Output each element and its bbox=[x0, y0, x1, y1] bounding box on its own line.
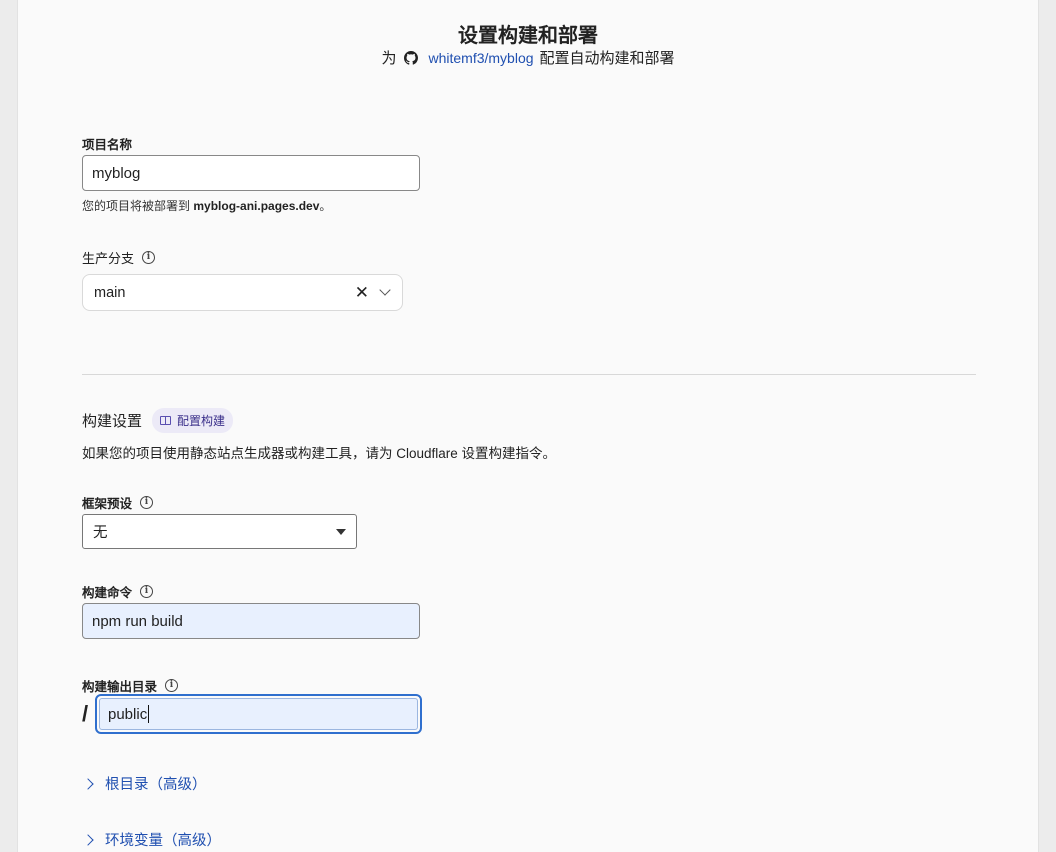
framework-preset-select[interactable]: 无 bbox=[82, 514, 357, 549]
build-command-input[interactable]: npm run build bbox=[82, 603, 420, 639]
output-dir-input[interactable]: public bbox=[99, 698, 418, 730]
env-vars-expander[interactable]: 环境变量（高级） bbox=[82, 829, 221, 850]
text-caret bbox=[148, 705, 150, 723]
page-title: 设置构建和部署 bbox=[458, 25, 598, 47]
output-dir-label: 构建输出目录 i bbox=[82, 676, 179, 695]
info-icon[interactable]: i bbox=[165, 679, 179, 692]
info-icon[interactable]: i bbox=[140, 585, 154, 598]
subtitle-suffix: 配置自动构建和部署 bbox=[539, 50, 675, 67]
repo-link[interactable]: whitemf3/myblog bbox=[428, 50, 533, 66]
project-name-help: 您的项目将被部署到 myblog-ani.pages.dev。 bbox=[82, 199, 332, 213]
production-branch-label: 生产分支 i bbox=[82, 248, 156, 267]
framework-preset-label: 框架预设 i bbox=[82, 493, 154, 512]
chevron-right-icon bbox=[82, 833, 94, 846]
project-name-input[interactable]: myblog bbox=[82, 155, 420, 191]
chevron-down-icon[interactable] bbox=[379, 284, 391, 296]
dropdown-arrow-icon bbox=[336, 528, 346, 535]
info-icon[interactable]: i bbox=[142, 251, 156, 264]
framework-value: 无 bbox=[93, 525, 108, 541]
build-command-label: 构建命令 i bbox=[82, 582, 154, 601]
page-subtitle: 为 whitemf3/myblog 配置自动构建和部署 bbox=[18, 47, 1038, 68]
deploy-domain: myblog-ani.pages.dev bbox=[193, 199, 320, 213]
production-branch-select[interactable]: main ✕ bbox=[82, 274, 403, 311]
project-name-label: 项目名称 bbox=[82, 138, 133, 152]
build-settings-description: 如果您的项目使用静态站点生成器或构建工具，请为 Cloudflare 设置构建指… bbox=[82, 446, 557, 461]
chevron-right-icon bbox=[82, 777, 94, 790]
clear-icon[interactable]: ✕ bbox=[355, 283, 369, 303]
output-dir-prefix: / bbox=[82, 701, 89, 726]
subtitle-prefix: 为 bbox=[381, 50, 397, 67]
book-icon bbox=[160, 416, 172, 425]
root-dir-expander[interactable]: 根目录（高级） bbox=[82, 773, 207, 794]
setup-card: 设置构建和部署 为 whitemf3/myblog 配置自动构建和部署 项目名称… bbox=[17, 0, 1039, 852]
output-dir-focus-ring: public bbox=[95, 694, 422, 734]
github-icon bbox=[404, 50, 419, 65]
build-settings-heading: 构建设置 配置构建 bbox=[82, 408, 234, 433]
branch-value: main bbox=[94, 284, 126, 301]
info-icon[interactable]: i bbox=[140, 496, 154, 509]
section-divider bbox=[82, 374, 976, 375]
configure-build-badge[interactable]: 配置构建 bbox=[152, 408, 234, 433]
